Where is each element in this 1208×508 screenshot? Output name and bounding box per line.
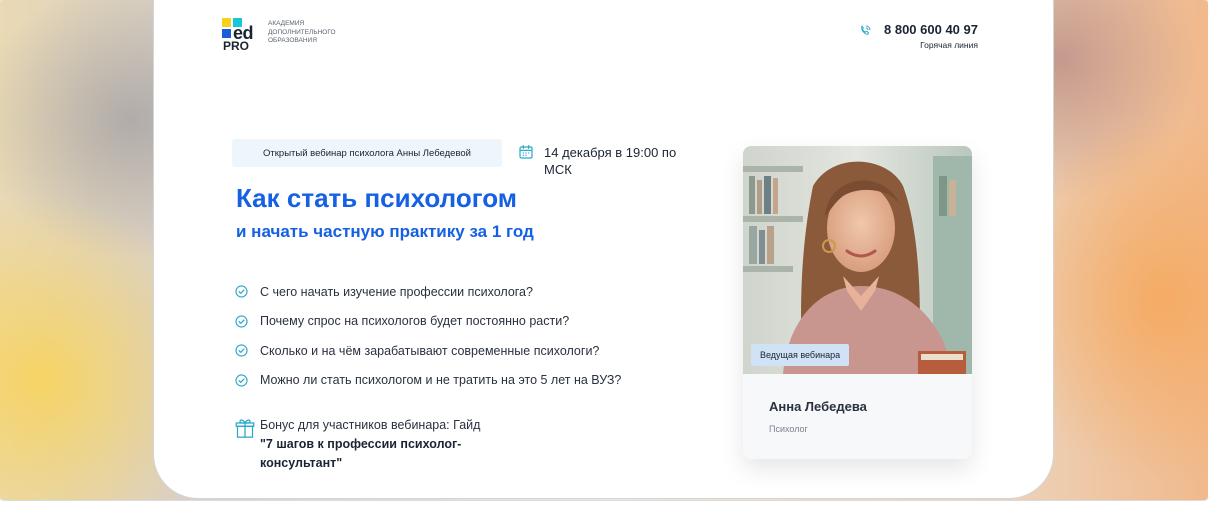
list-item-text: Можно ли стать психологом и не тратить н…	[260, 373, 622, 388]
phone-icon	[861, 25, 871, 35]
check-circle-icon	[235, 285, 248, 298]
list-item: Можно ли стать психологом и не тратить н…	[235, 366, 621, 396]
list-item-text: С чего начать изучение профессии психоло…	[260, 284, 533, 299]
check-circle-icon	[235, 315, 248, 328]
webinar-topics-list: С чего начать изучение профессии психоло…	[235, 277, 621, 395]
check-circle-icon	[235, 344, 248, 357]
check-circle-icon	[235, 374, 248, 387]
page-subtitle: и начать частную практику за 1 год	[236, 222, 534, 241]
list-item-text: Сколько и на чём зарабатывают современны…	[260, 343, 600, 358]
hotline-label: Горячая линия	[920, 40, 978, 50]
logo-square-blue	[222, 29, 231, 38]
hotline: 8 800 600 40 97 Горячая линия	[858, 22, 978, 50]
bonus-text: Бонус для участников вебинара: Гайд "7 ш…	[260, 416, 530, 473]
speaker-name: Анна Лебедева	[769, 399, 867, 414]
logo-square-yellow	[222, 18, 231, 27]
phone-number[interactable]: 8 800 600 40 97	[884, 22, 978, 37]
logo-mark: ed PRO	[222, 18, 260, 53]
bonus-guide-title: "7 шагов к профессии психолог-консультан…	[260, 437, 462, 470]
list-item: Сколько и на чём зарабатывают современны…	[235, 336, 621, 366]
webinar-date-text: 14 декабря в 19:00 по МСК	[544, 145, 677, 177]
webinar-date: 14 декабря в 19:00 по МСК	[518, 144, 694, 178]
bonus-intro: Бонус для участников вебинара: Гайд	[260, 418, 481, 432]
logo[interactable]: ed PRO АКАДЕМИЯ ДОПОЛНИТЕЛЬНОГО ОБРАЗОВА…	[222, 18, 336, 53]
speaker-card: Ведущая вебинара Анна Лебедева Психолог	[743, 146, 972, 459]
logo-caption: АКАДЕМИЯ ДОПОЛНИТЕЛЬНОГО ОБРАЗОВАНИЯ	[268, 20, 336, 46]
logo-caption-line: АКАДЕМИЯ	[268, 20, 305, 27]
logo-caption-line: ДОПОЛНИТЕЛЬНОГО	[268, 28, 336, 36]
page-title: Как стать психологом	[236, 183, 517, 213]
webinar-tag: Открытый вебинар психолога Анны Лебедево…	[232, 139, 502, 167]
list-item-text: Почему спрос на психологов будет постоян…	[260, 314, 570, 329]
bonus-block: Бонус для участников вебинара: Гайд "7 ш…	[235, 416, 530, 473]
calendar-icon	[519, 145, 533, 159]
list-item: С чего начать изучение профессии психоло…	[235, 277, 621, 307]
speaker-role: Психолог	[769, 424, 808, 434]
speaker-photo	[743, 146, 972, 374]
list-item: Почему спрос на психологов будет постоян…	[235, 307, 621, 337]
logo-caption-line: ОБРАЗОВАНИЯ	[268, 37, 317, 44]
speaker-badge: Ведущая вебинара	[751, 344, 850, 366]
logo-pro-text: PRO	[223, 39, 250, 53]
gift-icon	[235, 419, 255, 438]
